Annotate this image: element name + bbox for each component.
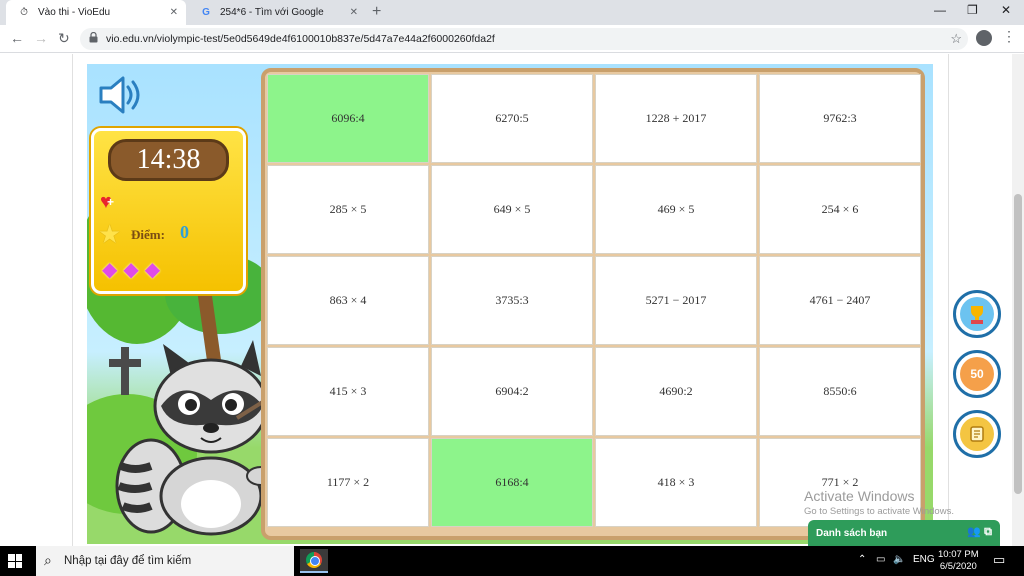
tab-title: 254*6 - Tìm với Google (220, 7, 324, 18)
new-tab-icon[interactable]: + (372, 3, 381, 21)
scroll-icon (960, 417, 994, 451)
reload-icon[interactable]: ↻ (58, 30, 70, 47)
page-viewport: 14:38 ♥ + ★ Điểm: 0 ◆ ◆ ◆ 6096:4 6270:5 … (0, 54, 1024, 546)
add-life-icon: + (107, 195, 115, 209)
diamond-count: 50 (970, 367, 984, 381)
answer-card[interactable]: 4761 − 2407 (759, 256, 921, 345)
volume-icon[interactable]: 🔈 (893, 554, 905, 565)
answer-board: 6096:4 6270:5 1228 + 2017 9762:3 285 × 5 649 … (261, 68, 925, 540)
friends-icons[interactable]: 👥 ⧉ (967, 525, 992, 539)
windows-taskbar: ⌕ Nhập tại đây để tìm kiếm ⌃ ▭ 🔈 ENG 10:… (0, 546, 1024, 576)
maximize-icon[interactable]: ❐ (967, 3, 978, 17)
chevron-up-icon[interactable]: ⌃ (858, 554, 866, 565)
leaderboard-button[interactable] (953, 290, 1001, 338)
back-icon[interactable]: ← (10, 30, 24, 46)
watermark-line2: Go to Settings to activate Windows. (804, 506, 954, 517)
score-value: 0 (180, 222, 189, 242)
friends-list-label: Danh sách bạn (816, 527, 888, 539)
gem-icon: ◆ (144, 259, 161, 281)
answer-card[interactable]: 3735:3 (431, 256, 593, 345)
scrollbar-thumb[interactable] (1014, 194, 1022, 494)
tab-vioedu[interactable]: ⏱ Vào thi - VioEdu ✕ (6, 0, 186, 25)
page-border-right (948, 54, 949, 546)
network-icon[interactable]: ▭ (876, 554, 885, 565)
speaker-icon[interactable] (97, 74, 145, 116)
browser-tab-strip: ⏱ Vào thi - VioEdu ✕ G 254*6 - Tìm với G… (0, 0, 1024, 25)
scroll-button[interactable] (953, 410, 1001, 458)
search-icon: ⌕ (44, 552, 52, 568)
notification-icon[interactable]: ▭ (993, 552, 1005, 568)
clock-date: 6/5/2020 (939, 561, 977, 572)
score-card: 14:38 ♥ + ★ Điểm: 0 ◆ ◆ ◆ (91, 128, 246, 294)
diamond-50-button[interactable]: 50 (953, 350, 1001, 398)
tab-title: Vào thi - VioEdu (38, 7, 111, 18)
answer-card[interactable]: 285 × 5 (267, 165, 429, 254)
trophy-icon (960, 297, 994, 331)
answer-card[interactable]: 5271 − 2017 (595, 256, 757, 345)
answer-card[interactable]: 418 × 3 (595, 438, 757, 527)
taskbar-clock[interactable]: 10:07 PM 6/5/2020 (938, 549, 979, 573)
answer-card[interactable]: 863 × 4 (267, 256, 429, 345)
lock-icon (89, 32, 98, 43)
stopwatch-icon: ⏱ (20, 7, 28, 18)
answer-card[interactable]: 1228 + 2017 (595, 74, 757, 163)
activate-windows-watermark: Activate Windows Go to Settings to activ… (804, 488, 954, 517)
answer-card[interactable]: 415 × 3 (267, 347, 429, 436)
friends-list-panel[interactable]: Danh sách bạn 👥 ⧉ (808, 520, 1000, 546)
star-icon: ★ (98, 219, 122, 249)
windows-start-icon[interactable] (8, 554, 22, 568)
answer-card[interactable]: 254 × 6 (759, 165, 921, 254)
url-field[interactable]: vio.edu.vn/violympic-test/5e0d5649de4f61… (80, 28, 968, 50)
close-icon[interactable]: ✕ (170, 7, 178, 18)
answer-card[interactable]: 6168:4 (431, 438, 593, 527)
answer-card[interactable]: 469 × 5 (595, 165, 757, 254)
chrome-taskbar-icon[interactable] (300, 549, 328, 573)
lives-gems: ◆ ◆ ◆ (102, 257, 160, 282)
page-border-left (72, 54, 73, 546)
answer-card[interactable]: 9762:3 (759, 74, 921, 163)
minimize-icon[interactable]: — (934, 3, 946, 17)
taskbar-search-placeholder: Nhập tại đây để tìm kiếm (64, 555, 192, 567)
timer: 14:38 (108, 139, 229, 181)
forward-icon[interactable]: → (34, 30, 48, 46)
language-indicator[interactable]: ENG (913, 554, 935, 565)
gem-icon: ◆ (102, 259, 118, 281)
taskbar-search-box[interactable]: ⌕ Nhập tại đây để tìm kiếm (36, 546, 294, 576)
clock-time: 10:07 PM (938, 549, 979, 560)
diamond-icon: 50 (960, 357, 994, 391)
score-label: Điểm: (131, 227, 165, 242)
profile-avatar[interactable] (976, 30, 992, 46)
answer-card[interactable]: 6904:2 (431, 347, 593, 436)
close-icon[interactable]: ✕ (350, 7, 358, 18)
answer-card[interactable]: 6270:5 (431, 74, 593, 163)
tab-google-search[interactable]: G 254*6 - Tìm với Google ✕ (188, 0, 366, 25)
more-menu-icon[interactable]: ⋮ (1002, 28, 1016, 45)
watermark-line1: Activate Windows (804, 488, 915, 504)
answer-card[interactable]: 8550:6 (759, 347, 921, 436)
page-scrollbar[interactable] (1012, 54, 1024, 546)
answer-card[interactable]: 1177 × 2 (267, 438, 429, 527)
url-text: vio.edu.vn/violympic-test/5e0d5649de4f61… (106, 33, 495, 45)
close-window-icon[interactable]: ✕ (1001, 3, 1011, 17)
answer-card[interactable]: 4690:2 (595, 347, 757, 436)
game-area: 14:38 ♥ + ★ Điểm: 0 ◆ ◆ ◆ 6096:4 6270:5 … (87, 64, 933, 544)
google-icon: G (202, 7, 210, 18)
address-bar-row: ← → ↻ vio.edu.vn/violympic-test/5e0d5649… (0, 25, 1024, 53)
answer-card[interactable]: 6096:4 (267, 74, 429, 163)
answer-card[interactable]: 649 × 5 (431, 165, 593, 254)
gem-icon: ◆ (123, 259, 139, 281)
bookmark-star-icon[interactable]: ☆ (950, 31, 962, 47)
